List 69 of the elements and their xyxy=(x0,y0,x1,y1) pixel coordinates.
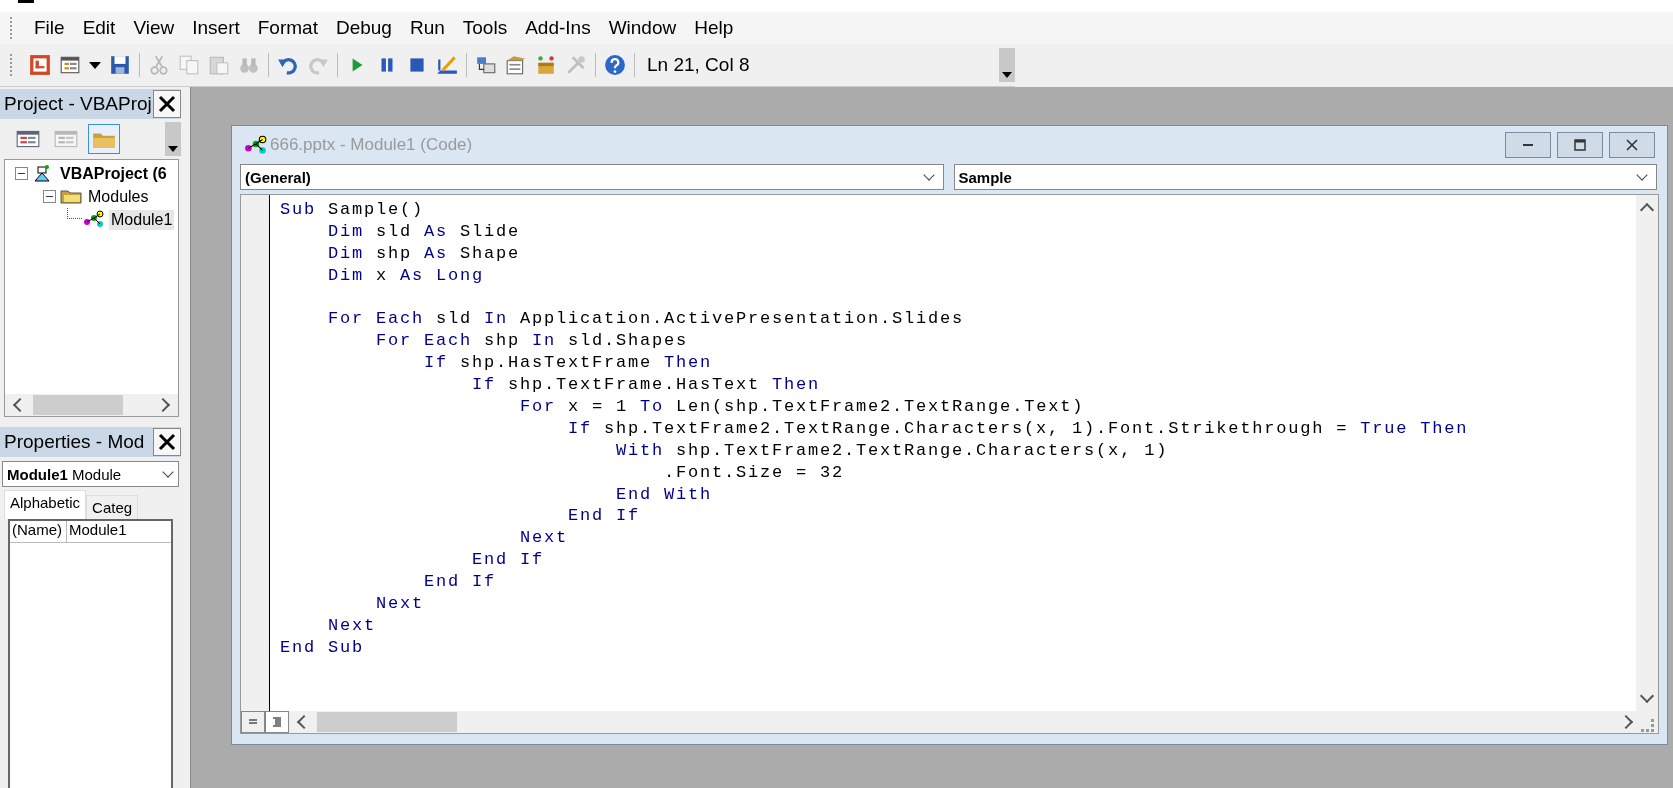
code-line: If shp.TextFrame.HasText Then xyxy=(471,375,821,395)
procedure-view-button[interactable] xyxy=(241,711,265,733)
code-line: If shp.HasTextFrame Then xyxy=(423,353,713,373)
object-dropdown[interactable]: (General) xyxy=(240,164,944,190)
scroll-thumb[interactable] xyxy=(33,395,123,415)
collapse-toggle[interactable] xyxy=(15,167,28,180)
code-line: For Each sld In Application.ActivePresentation.Slides xyxy=(327,309,965,329)
code-line: With shp.TextFrame2.TextRange.Characters(x, 1) xyxy=(615,440,1169,460)
window-title: 666.pptx - Module1 (Code) xyxy=(270,135,473,155)
menu-item[interactable]: Run xyxy=(400,15,454,41)
full-module-view-button[interactable] xyxy=(265,711,289,733)
toggle-folders-button[interactable] xyxy=(88,124,120,154)
menu-item[interactable]: Insert xyxy=(183,15,249,41)
menu-item[interactable]: Edit xyxy=(73,15,125,41)
procedure-dropdown[interactable]: Sample xyxy=(953,164,1657,190)
menu-item[interactable]: Help xyxy=(685,15,743,41)
close-button[interactable] xyxy=(153,428,181,456)
menu-item[interactable]: Tools xyxy=(453,15,517,41)
panel-title: Project - VBAProj xyxy=(4,93,152,115)
property-name: (Name) xyxy=(10,521,67,542)
close-icon xyxy=(157,94,177,114)
code-line: .Font.Size = 32 xyxy=(663,462,845,482)
code-line: Next xyxy=(375,594,425,614)
close-button[interactable] xyxy=(153,90,181,118)
scroll-thumb[interactable] xyxy=(317,712,457,732)
menu-item[interactable]: Format xyxy=(248,15,327,41)
code-line: If shp.TextFrame2.TextRange.Characters(x, 1).Font.Strikethrough = True Then xyxy=(567,418,1469,438)
object-dropdown[interactable]: Module1 Module xyxy=(2,461,179,487)
panel-title: Properties - Mod xyxy=(4,431,145,453)
toolbar-overflow-button[interactable] xyxy=(165,122,181,156)
form-icon xyxy=(53,128,79,150)
tree-item[interactable]: VBAProject (6 xyxy=(58,163,169,184)
tree-item[interactable]: Modules xyxy=(86,186,151,207)
caret-icon[interactable] xyxy=(89,61,101,69)
toolbar-overflow-button[interactable] xyxy=(999,48,1015,82)
property-value[interactable]: Module1 xyxy=(67,521,127,542)
menu-item[interactable]: View xyxy=(124,15,184,41)
code-line: Sub Sample() xyxy=(280,200,425,219)
code-line: Next xyxy=(519,528,569,548)
restore-icon xyxy=(1573,138,1587,152)
form-icon xyxy=(15,128,41,150)
code-line: For Each shp In sld.Shapes xyxy=(375,331,689,351)
module-icon xyxy=(244,135,268,155)
code-line: End With xyxy=(615,484,713,504)
menu-item[interactable]: Window xyxy=(599,15,686,41)
tree-item[interactable]: Module1 xyxy=(109,209,175,230)
code-line: Dim shp As Shape xyxy=(327,243,521,263)
tab[interactable]: Categ xyxy=(86,495,139,519)
code-line: For x = 1 To Len(shp.TextFrame2.TextRange.Text) xyxy=(519,397,1085,416)
restore-button[interactable] xyxy=(1557,132,1603,158)
code-line: End If xyxy=(423,572,497,592)
collapse-toggle[interactable] xyxy=(43,190,56,203)
code-line: Dim sld As Slide xyxy=(327,221,521,241)
close-icon xyxy=(157,432,177,452)
minimize-icon xyxy=(1522,144,1534,146)
resize-grip-icon[interactable] xyxy=(1641,718,1654,732)
menu-item[interactable]: Add-Ins xyxy=(516,15,600,41)
lines-icon xyxy=(271,716,283,728)
menu-item[interactable]: Debug xyxy=(326,15,401,41)
menu-item[interactable]: File xyxy=(25,15,74,41)
code-line: Dim x As Long xyxy=(327,265,485,285)
code-line: End If xyxy=(567,506,641,526)
code-line: End Sub xyxy=(280,637,364,657)
code-line: Next xyxy=(327,615,376,635)
close-icon xyxy=(1625,138,1639,152)
module-icon xyxy=(82,209,106,230)
cursor-position: Ln 21, Col 8 xyxy=(646,54,751,76)
tab[interactable]: Alphabetic xyxy=(4,490,87,519)
code-line: End If xyxy=(471,550,545,570)
